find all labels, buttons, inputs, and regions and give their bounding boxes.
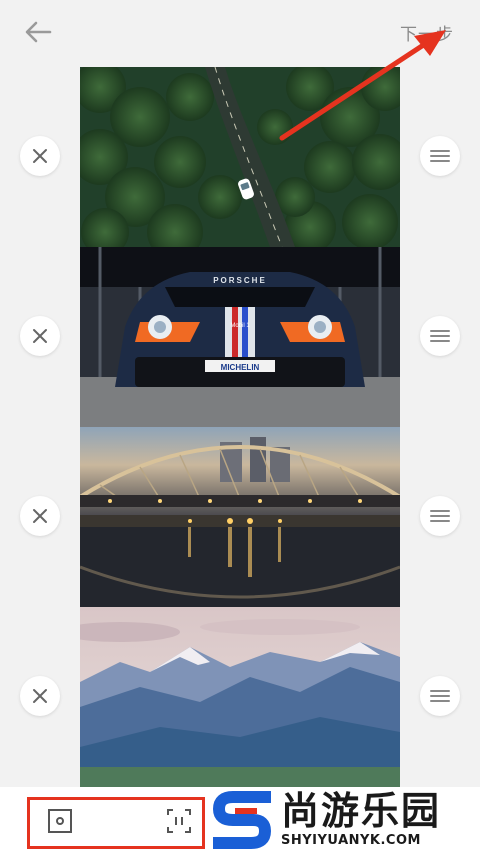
frame-tool-button[interactable] [46, 807, 74, 835]
photo-mountain-landscape[interactable] [80, 607, 400, 787]
remove-photo-2-button[interactable] [20, 316, 60, 356]
drag-photo-1-handle[interactable] [420, 136, 460, 176]
site-watermark: 尚游乐园 SHYIYUANYK.COM [205, 787, 480, 853]
next-step-button[interactable]: 下一步 [400, 20, 454, 45]
drag-handle-icon [430, 510, 450, 522]
car-brand-text: PORSCHE [213, 276, 267, 285]
drag-photo-2-handle[interactable] [420, 316, 460, 356]
remove-photo-1-button[interactable] [20, 136, 60, 176]
top-bar: 下一步 [0, 0, 480, 62]
arrow-left-icon [25, 21, 52, 43]
photo-strip: MICHELIN PORSCHE Mobil 1 [80, 67, 400, 787]
close-icon [33, 329, 47, 343]
drag-handle-icon [430, 150, 450, 162]
aspect-ratio-tool-button[interactable] [165, 807, 193, 835]
aspect-ratio-icon [167, 809, 191, 833]
drag-handle-icon [430, 330, 450, 342]
watermark-name: 尚游乐园 [281, 789, 442, 833]
drag-handle-icon [430, 690, 450, 702]
drag-photo-3-handle[interactable] [420, 496, 460, 536]
car-plate-text: MICHELIN [221, 363, 260, 372]
car-sponsor-text: Mobil 1 [230, 323, 250, 329]
watermark-logo-icon [213, 791, 272, 849]
close-icon [33, 509, 47, 523]
photo-aerial-forest-road[interactable] [80, 67, 400, 247]
back-button[interactable] [22, 18, 54, 46]
photo-porsche-race-car[interactable]: MICHELIN PORSCHE Mobil 1 [80, 247, 400, 427]
remove-photo-3-button[interactable] [20, 496, 60, 536]
remove-photo-4-button[interactable] [20, 676, 60, 716]
watermark-url: SHYIYUANYK.COM [281, 833, 421, 848]
close-icon [33, 149, 47, 163]
frame-icon [48, 809, 72, 833]
drag-photo-4-handle[interactable] [420, 676, 460, 716]
photo-bridge-night-reflection[interactable] [80, 427, 400, 607]
close-icon [33, 689, 47, 703]
